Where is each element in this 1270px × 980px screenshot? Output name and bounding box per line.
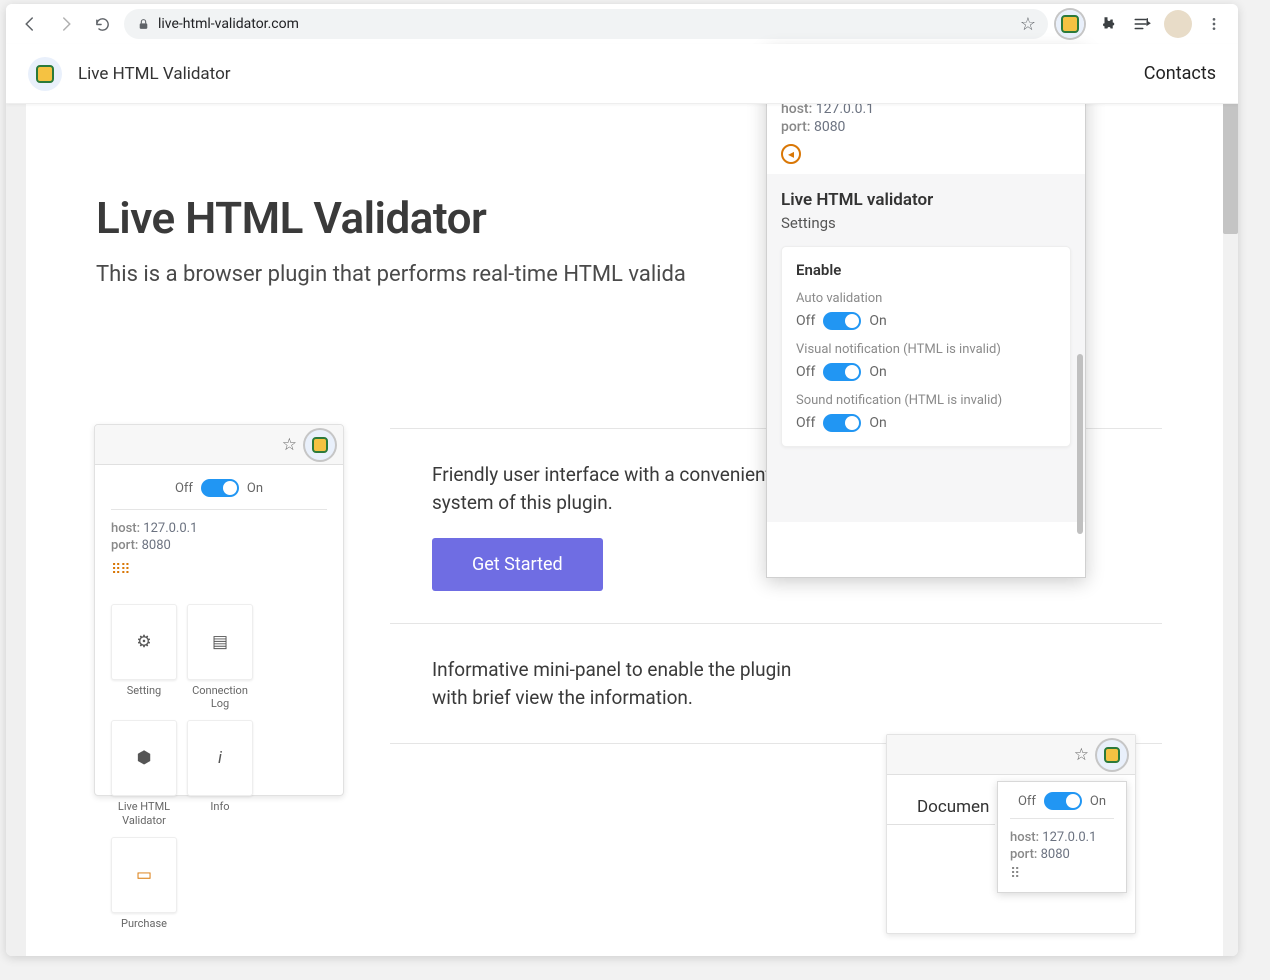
- port-row: port: 8080: [1010, 846, 1114, 863]
- host-row: host: 127.0.0.1: [1010, 829, 1114, 846]
- option-label: Sound notification (HTML is invalid): [796, 393, 1056, 408]
- tile-purchase[interactable]: ▭: [111, 837, 177, 913]
- screenshot-mini-panel: ☆ Off On host: 127.0.0.1 port: 8080 ⠿⠿ ⚙…: [94, 424, 344, 796]
- forward-button[interactable]: [52, 10, 80, 38]
- off-label: Off: [1018, 794, 1036, 809]
- back-button[interactable]: [16, 10, 44, 38]
- on-label: On: [247, 481, 263, 496]
- enable-card: Enable Auto validation OffOn Visual noti…: [781, 246, 1071, 447]
- page-scrollbar[interactable]: [1223, 44, 1238, 956]
- extension-icon: [305, 430, 335, 460]
- scrollbar[interactable]: [1077, 354, 1083, 534]
- url-text: live-html-validator.com: [158, 16, 1012, 32]
- contacts-link[interactable]: Contacts: [1144, 63, 1216, 84]
- chrome-menu-icon[interactable]: [1200, 10, 1228, 38]
- extension-icon: [1097, 740, 1127, 770]
- profile-avatar[interactable]: [1164, 10, 1192, 38]
- log-icon: ▤: [212, 632, 228, 652]
- get-started-button[interactable]: Get Started: [432, 538, 603, 591]
- star-icon: ☆: [282, 435, 297, 455]
- card-icon: ▭: [136, 865, 152, 885]
- tile-info[interactable]: i: [187, 720, 253, 796]
- toggle-switch[interactable]: [823, 363, 861, 381]
- host-row: host: 127.0.0.1: [111, 520, 327, 537]
- lock-icon: [136, 17, 150, 31]
- extension-button[interactable]: [1056, 10, 1084, 38]
- site-logo: [28, 57, 62, 91]
- tile-validator[interactable]: ⬢: [111, 720, 177, 796]
- toggle-switch[interactable]: [823, 414, 861, 432]
- gear-icon: ⚙: [136, 632, 151, 652]
- tile-connection-log[interactable]: ▤: [187, 604, 253, 680]
- feature-text: system of this plugin.: [432, 491, 613, 514]
- port-row: port: 8080: [781, 118, 1071, 136]
- grid-icon[interactable]: ⠿⠿: [111, 562, 130, 578]
- site-title: Live HTML Validator: [78, 64, 231, 84]
- enable-toggle[interactable]: Off On: [111, 479, 327, 497]
- media-control-icon[interactable]: [1128, 10, 1156, 38]
- off-label: Off: [175, 481, 193, 496]
- sound-notification-toggle[interactable]: OffOn: [796, 414, 1056, 432]
- option-label: Visual notification (HTML is invalid): [796, 342, 1056, 357]
- feature-text: Friendly user interface with a convenien…: [432, 463, 772, 486]
- extensions-puzzle-icon[interactable]: [1092, 10, 1120, 38]
- mini-popup: Off On host: 127.0.0.1 port: 8080 ⠿: [997, 781, 1127, 893]
- site-header: Live HTML Validator Contacts: [6, 44, 1238, 104]
- popup-subtitle: Settings: [781, 214, 1071, 232]
- enable-heading: Enable: [796, 261, 1056, 279]
- document-text: Documen: [887, 785, 995, 825]
- toggle-switch[interactable]: [823, 312, 861, 330]
- browser-toolbar: live-html-validator.com ☆: [6, 4, 1238, 44]
- tile-setting[interactable]: ⚙: [111, 604, 177, 680]
- option-label: Auto validation: [796, 291, 1056, 306]
- extension-popup: Off On host: 127.0.0.1 port: 8080 ◂ Live…: [766, 48, 1086, 578]
- grid-icon[interactable]: ⠿: [1010, 866, 1020, 882]
- enable-toggle[interactable]: Off On: [1010, 792, 1114, 810]
- feature-text: Informative mini-panel to enable the plu…: [432, 658, 791, 681]
- bookmark-star-icon[interactable]: ☆: [1020, 14, 1036, 35]
- auto-validation-toggle[interactable]: OffOn: [796, 312, 1056, 330]
- popup-title: Live HTML validator: [781, 190, 1071, 210]
- toggle-switch[interactable]: [1044, 792, 1082, 810]
- screenshot-mini-panel-2: ☆ Documen Off On host: 127.0.0.1 port: 8…: [886, 734, 1136, 934]
- address-bar[interactable]: live-html-validator.com ☆: [124, 9, 1048, 39]
- html5-icon: ⬢: [137, 748, 152, 768]
- info-icon: i: [218, 748, 222, 768]
- visual-notification-toggle[interactable]: OffOn: [796, 363, 1056, 381]
- port-row: port: 8080: [111, 537, 327, 554]
- star-icon: ☆: [1074, 745, 1089, 765]
- toggle-switch[interactable]: [201, 479, 239, 497]
- reload-button[interactable]: [88, 10, 116, 38]
- on-label: On: [1090, 794, 1106, 809]
- feature-row: Informative mini-panel to enable the plu…: [390, 624, 1162, 744]
- feature-text: with brief view the information.: [432, 686, 693, 709]
- back-circle-icon[interactable]: ◂: [781, 144, 801, 164]
